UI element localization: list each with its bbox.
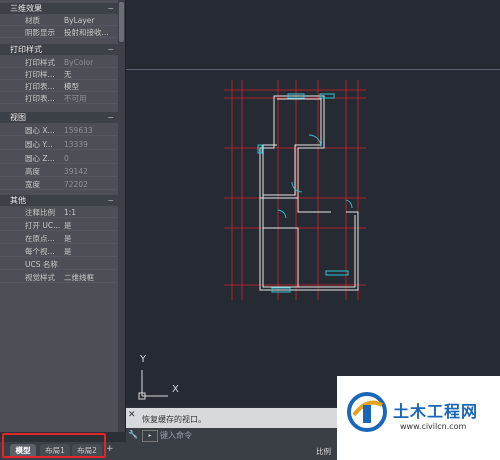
highlight-box <box>2 433 106 458</box>
windows <box>257 93 349 293</box>
command-input[interactable]: 键入命令 <box>160 430 192 441</box>
property-value[interactable]: 0 <box>64 153 69 164</box>
property-row[interactable]: 打印表... 不可用 <box>0 93 118 104</box>
collapse-icon[interactable]: − <box>107 112 114 123</box>
command-prompt-icon[interactable]: ▸ <box>142 430 158 442</box>
section-title: 打印样式 <box>10 45 42 54</box>
section-title: 其他 <box>10 196 26 205</box>
door-swings <box>277 134 353 219</box>
section-title: 视图 <box>10 113 26 122</box>
collapse-icon[interactable]: − <box>107 195 114 206</box>
property-name: 高度 <box>25 167 40 176</box>
property-row[interactable]: UCS 名称 <box>0 259 118 270</box>
property-value[interactable]: 投射和接收... <box>64 27 109 38</box>
add-layout-button[interactable]: + <box>106 444 114 454</box>
drawing-canvas[interactable]: Y X <box>126 0 500 406</box>
scale-label[interactable]: 比例 <box>316 446 331 457</box>
property-row[interactable]: 阴影显示 投射和接收... <box>0 27 118 38</box>
section-3d-effects-header[interactable]: 三维效果 − <box>0 3 118 14</box>
property-row[interactable]: 每个视... 是 <box>0 246 118 257</box>
property-row[interactable]: 材质 ByLayer <box>0 15 118 26</box>
property-row[interactable]: 打印表... 模型 <box>0 81 118 92</box>
property-row[interactable]: 高度 39142 <box>0 166 118 177</box>
property-row[interactable]: 视觉样式 二维线框 <box>0 272 118 283</box>
property-name: 阴影显示 <box>25 28 55 37</box>
watermark-logo-icon <box>347 392 387 432</box>
section-view-header[interactable]: 视图 − <box>0 112 118 123</box>
property-row[interactable]: 打开 UC... 是 <box>0 220 118 231</box>
property-value[interactable]: 二维线框 <box>64 272 94 283</box>
property-value[interactable]: 13339 <box>64 139 88 150</box>
property-value[interactable]: 不可用 <box>64 93 87 104</box>
property-value[interactable]: ByLayer <box>64 15 95 26</box>
property-name: 打印样... <box>25 70 55 79</box>
palette-scrollbar[interactable] <box>118 0 125 432</box>
property-name: 宽度 <box>25 180 40 189</box>
property-row[interactable]: 打印样... 无 <box>0 69 118 80</box>
property-name: 圆心 Y... <box>25 140 53 149</box>
property-value[interactable]: 159633 <box>64 125 93 136</box>
property-value[interactable]: 72202 <box>64 179 88 190</box>
property-row[interactable]: 圆心 X... 159633 <box>0 125 118 136</box>
property-name: 材质 <box>25 16 40 25</box>
property-value[interactable]: 模型 <box>64 81 79 92</box>
property-row[interactable]: 宽度 72202 <box>0 179 118 190</box>
property-row[interactable]: 圆心 Y... 13339 <box>0 139 118 150</box>
section-title: 三维效果 <box>10 4 42 13</box>
collapse-icon[interactable]: − <box>107 3 114 14</box>
property-name: 打开 UC... <box>25 221 61 230</box>
property-name: 圆心 Z... <box>25 154 55 163</box>
property-name: UCS 名称 <box>25 260 58 269</box>
property-name: 打印表... <box>25 94 55 103</box>
property-name: 注释比例 <box>25 208 55 217</box>
ucs-x-label: X <box>172 384 179 395</box>
close-icon[interactable]: ✕ <box>128 410 136 420</box>
property-value[interactable]: 是 <box>64 233 72 244</box>
property-value[interactable]: 1:1 <box>64 207 76 218</box>
property-value[interactable]: 是 <box>64 220 72 231</box>
property-name: 打印表... <box>25 82 55 91</box>
ucs-y-label: Y <box>139 354 147 365</box>
palette-scroll-thumb[interactable] <box>119 2 124 42</box>
walls <box>259 95 359 291</box>
property-name: 每个视... <box>25 247 55 256</box>
section-plot-style-header[interactable]: 打印样式 − <box>0 44 118 55</box>
watermark-url: www.civilcn.com <box>400 422 467 431</box>
property-row[interactable]: 打印样式 ByColor <box>0 57 118 68</box>
property-name: 打印样式 <box>25 58 55 67</box>
watermark-name: 土木工程网 <box>393 402 479 421</box>
property-name: 视觉样式 <box>25 273 55 282</box>
property-name: 圆心 X... <box>25 126 55 135</box>
section-misc-header[interactable]: 其他 − <box>0 195 118 206</box>
floor-plan-drawing: Y X <box>138 80 366 400</box>
property-value[interactable]: ByColor <box>64 57 93 68</box>
property-value[interactable]: 无 <box>64 69 72 80</box>
wrench-icon[interactable]: 🔧 <box>128 430 138 440</box>
property-row[interactable]: 在原点... 是 <box>0 233 118 244</box>
viewport-divider <box>126 69 500 70</box>
collapse-icon[interactable]: − <box>107 44 114 55</box>
ucs-icon <box>138 370 168 400</box>
command-history-text: 恢复缓存的视口。 <box>142 415 206 424</box>
property-value[interactable]: 是 <box>64 246 72 257</box>
property-row[interactable]: 圆心 Z... 0 <box>0 153 118 164</box>
property-row[interactable]: 注释比例 1:1 <box>0 207 118 218</box>
property-name: 在原点... <box>25 234 55 243</box>
property-value[interactable]: 39142 <box>64 166 88 177</box>
